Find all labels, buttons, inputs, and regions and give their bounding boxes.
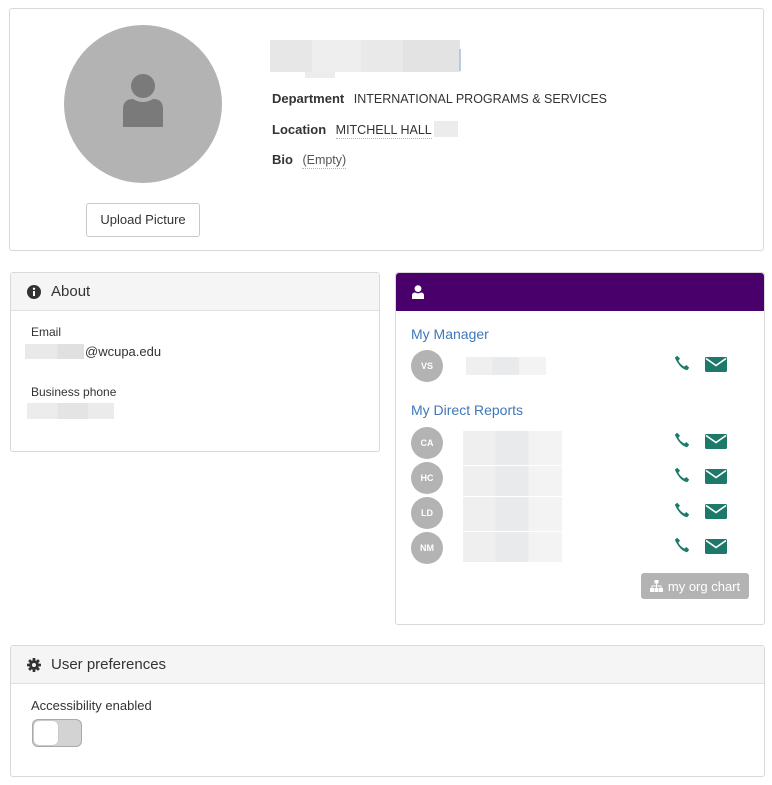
my-manager-link[interactable]: My Manager — [411, 326, 489, 342]
email-icon[interactable] — [705, 469, 727, 484]
email-icon[interactable] — [705, 539, 727, 554]
profile-avatar — [64, 25, 222, 183]
org-header — [396, 273, 764, 311]
profile-card: Upload Picture Department INTERNATIONAL … — [9, 8, 764, 251]
location-value[interactable]: MITCHELL HALL — [335, 123, 432, 139]
my-org-chart-button[interactable]: my org chart — [641, 573, 749, 599]
email-label: Email — [31, 325, 62, 339]
manager-name-redacted[interactable] — [466, 357, 546, 375]
report-name-redacted[interactable] — [463, 497, 562, 531]
business-phone-label: Business phone — [31, 385, 117, 399]
avatar[interactable]: CA — [411, 427, 443, 459]
email-icon[interactable] — [705, 504, 727, 519]
email-icon[interactable] — [705, 434, 727, 449]
avatar[interactable]: VS — [411, 350, 443, 382]
phone-icon[interactable] — [674, 537, 690, 553]
user-preferences-header: User preferences — [11, 646, 764, 684]
email-domain: @wcupa.edu — [85, 344, 162, 359]
toggle-knob — [34, 721, 58, 745]
gear-icon — [27, 657, 41, 672]
list-item: HC — [411, 462, 751, 496]
upload-picture-button[interactable]: Upload Picture — [86, 203, 200, 237]
user-silhouette-icon — [123, 74, 163, 127]
bio-label: Bio — [272, 152, 293, 167]
list-item: CA — [411, 427, 751, 465]
bio-value[interactable]: (Empty) — [302, 153, 347, 169]
about-card: About Email @wcupa.edu Business phone — [10, 272, 380, 452]
phone-icon[interactable] — [674, 355, 690, 371]
org-card: My Manager VS My Direct Reports CA HC LD… — [395, 272, 765, 625]
bio-field: Bio (Empty) — [272, 152, 347, 169]
email-icon[interactable] — [705, 357, 727, 372]
avatar[interactable]: NM — [411, 532, 443, 564]
department-value: INTERNATIONAL PROGRAMS & SERVICES — [353, 92, 608, 106]
location-room-redacted — [433, 121, 458, 137]
profile-name-redacted[interactable] — [270, 40, 460, 78]
sitemap-icon — [649, 580, 663, 592]
list-item: LD — [411, 497, 751, 531]
manager-row: VS — [411, 350, 751, 382]
phone-icon[interactable] — [674, 502, 690, 518]
location-label: Location — [272, 122, 327, 137]
org-chart-label: my org chart — [667, 578, 741, 594]
location-field: Location MITCHELL HALL — [272, 121, 458, 139]
email-value[interactable]: @wcupa.edu — [25, 344, 161, 359]
person-icon — [412, 285, 424, 299]
avatar[interactable]: HC — [411, 462, 443, 494]
report-name-redacted[interactable] — [463, 532, 562, 562]
info-icon — [27, 284, 41, 299]
about-title: About — [51, 283, 91, 300]
phone-icon[interactable] — [674, 432, 690, 448]
email-user-redacted — [25, 344, 84, 359]
business-phone-redacted — [27, 403, 114, 419]
accessibility-toggle[interactable] — [32, 719, 82, 747]
about-header: About — [11, 273, 379, 311]
report-name-redacted[interactable] — [463, 431, 562, 465]
report-name-redacted[interactable] — [463, 466, 562, 496]
list-item: NM — [411, 532, 751, 564]
accessibility-label: Accessibility enabled — [31, 698, 152, 713]
name-edit-caret — [459, 49, 461, 71]
my-direct-reports-link[interactable]: My Direct Reports — [411, 402, 523, 418]
avatar[interactable]: LD — [411, 497, 443, 529]
department-label: Department — [272, 91, 345, 106]
user-preferences-card: User preferences Accessibility enabled — [10, 645, 765, 777]
phone-icon[interactable] — [674, 467, 690, 483]
department-field: Department INTERNATIONAL PROGRAMS & SERV… — [272, 91, 607, 106]
user-preferences-title: User preferences — [51, 656, 167, 673]
